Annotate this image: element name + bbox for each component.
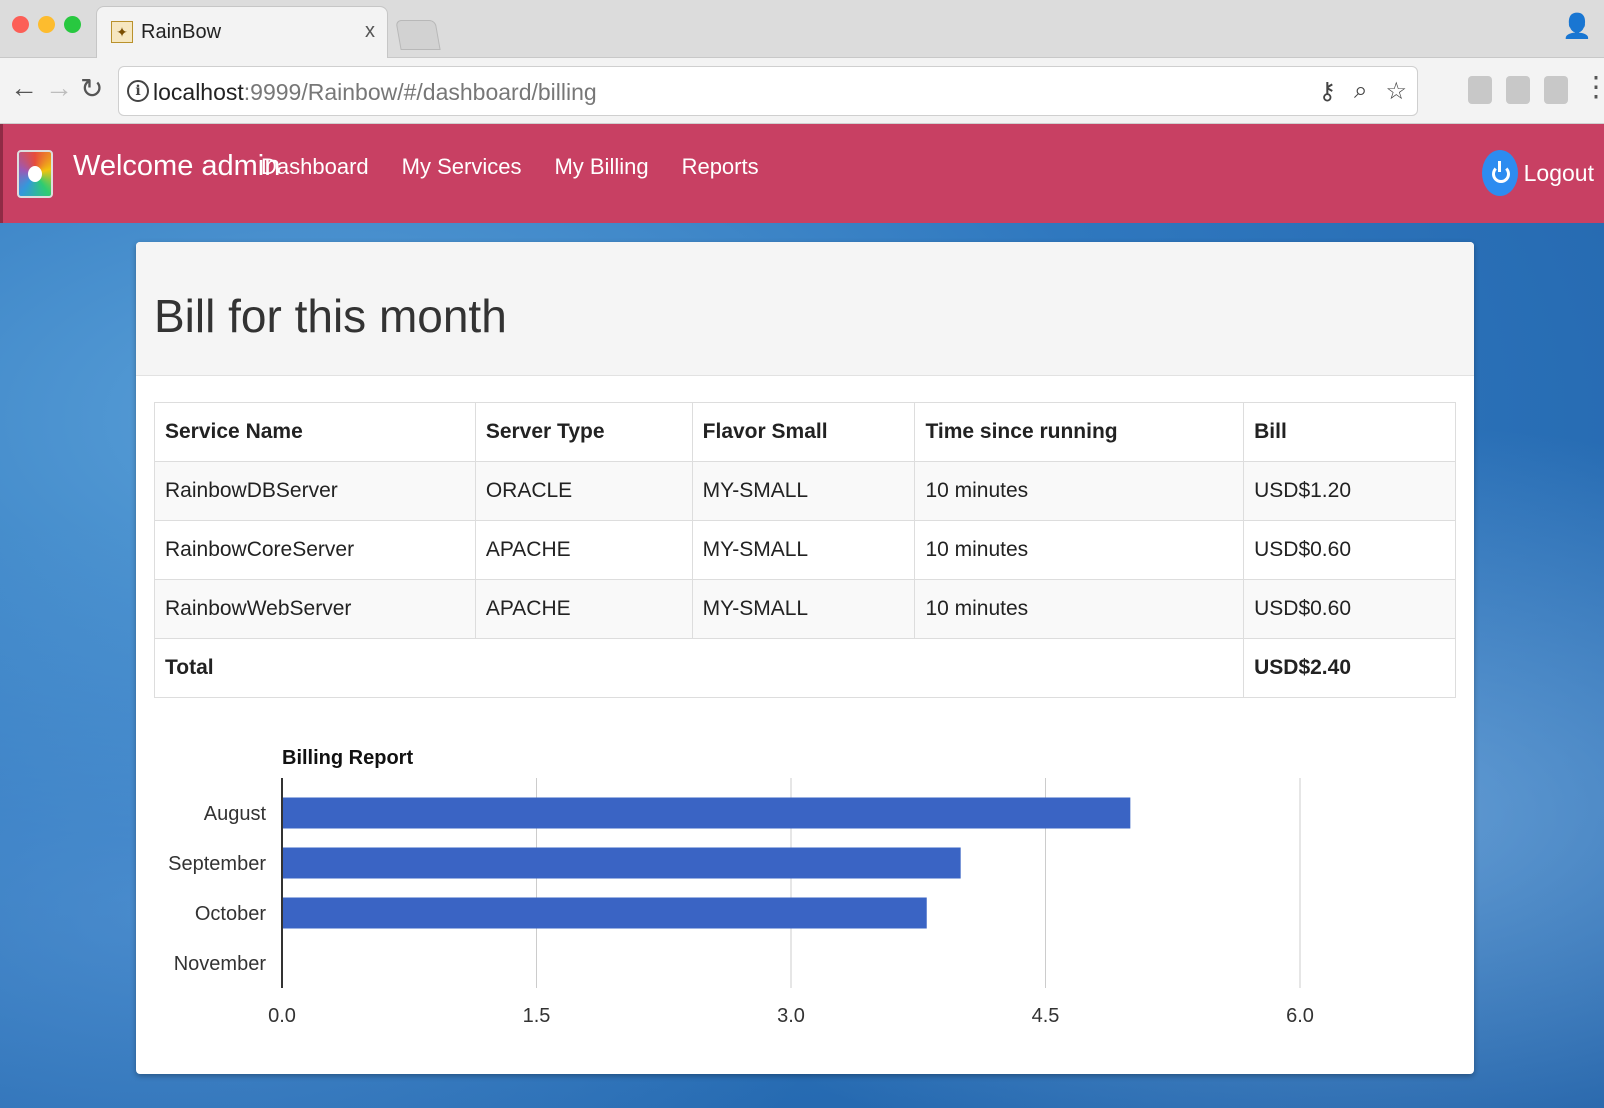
tab-close-button[interactable]: x xyxy=(365,20,375,43)
col-header: Server Type xyxy=(474,402,693,462)
extension-icon[interactable] xyxy=(1468,76,1492,104)
billing-card: Bill for this month Service Name Server … xyxy=(136,242,1474,1074)
total-value: USD$2.40 xyxy=(1243,638,1456,698)
cell-time-running: 10 minutes xyxy=(914,461,1245,521)
extension-icon[interactable] xyxy=(1544,76,1568,104)
billing-table: Service Name Server Type Flavor Small Ti… xyxy=(153,402,1456,698)
back-arrow-icon[interactable]: ← xyxy=(10,72,38,104)
info-icon[interactable]: i xyxy=(127,80,149,102)
chart-title: Billing Report xyxy=(282,747,413,769)
bar xyxy=(282,897,927,929)
nav-my-services[interactable]: My Services xyxy=(402,154,522,180)
col-header: Time since running xyxy=(914,402,1245,462)
browser-tab[interactable]: ✦ RainBow x xyxy=(96,6,388,58)
nav-reports[interactable]: Reports xyxy=(682,154,759,180)
col-header: Flavor Small xyxy=(691,402,916,462)
cell-server-type: APACHE xyxy=(474,520,693,580)
cell-bill: USD$0.60 xyxy=(1243,520,1456,580)
billing-chart-svg: Billing Report 0.0 1.5 3.0 4.5 6.0 August Septe… xyxy=(168,747,1314,1027)
y-category-label: August xyxy=(204,803,267,825)
key-icon[interactable]: ⚷ xyxy=(1318,77,1336,106)
favicon-icon: ✦ xyxy=(111,21,133,43)
x-tick-label: 1.5 xyxy=(523,1005,551,1027)
minimize-window-button[interactable] xyxy=(38,16,55,33)
col-header: Service Name xyxy=(154,402,476,462)
cell-time-running: 10 minutes xyxy=(914,520,1245,580)
logout-button[interactable]: Logout xyxy=(1481,150,1594,196)
extension-icon[interactable] xyxy=(1506,76,1530,104)
rainbow-logo-icon[interactable] xyxy=(17,150,53,198)
cell-flavor: MY-SMALL xyxy=(691,520,916,580)
table-header-row: Service Name Server Type Flavor Small Ti… xyxy=(154,402,1456,462)
table-row: RainbowDBServer ORACLE MY-SMALL 10 minut… xyxy=(154,461,1456,521)
app-background: Welcome admin Dashboard My Services My B… xyxy=(0,124,1604,1108)
y-category-label: September xyxy=(168,853,266,875)
table-row: RainbowCoreServer APACHE MY-SMALL 10 min… xyxy=(154,520,1456,580)
page-title: Bill for this month xyxy=(154,290,507,342)
logout-label: Logout xyxy=(1523,159,1594,186)
tab-title: RainBow xyxy=(141,21,222,43)
cell-flavor: MY-SMALL xyxy=(691,461,916,521)
browser-menu-icon[interactable]: ⋮ xyxy=(1582,70,1604,103)
cell-service-name: RainbowDBServer xyxy=(154,461,476,521)
nav-my-billing[interactable]: My Billing xyxy=(554,154,648,180)
total-label: Total xyxy=(153,638,1245,698)
table-row: RainbowWebServer APACHE MY-SMALL 10 minu… xyxy=(154,579,1456,639)
reload-icon[interactable]: ↻ xyxy=(80,72,103,105)
card-header: Bill for this month xyxy=(136,242,1474,376)
billing-report-chart: Billing Report 0.0 1.5 3.0 4.5 6.0 August Septe… xyxy=(136,722,1474,1072)
nav-dashboard[interactable]: Dashboard xyxy=(261,154,369,180)
cell-server-type: APACHE xyxy=(474,579,693,639)
browser-toolbar: ← → ↻ i localhost:9999/Rainbow/#/dashboa… xyxy=(0,58,1604,124)
close-window-button[interactable] xyxy=(12,16,29,33)
url-text: localhost:9999/Rainbow/#/dashboard/billi… xyxy=(153,79,597,106)
x-tick-label: 0.0 xyxy=(268,1005,296,1027)
cell-server-type: ORACLE xyxy=(474,461,693,521)
x-tick-label: 6.0 xyxy=(1286,1005,1314,1027)
table-total-row: Total USD$2.40 xyxy=(153,638,1456,698)
browser-tabstrip: ✦ RainBow x 👤 xyxy=(0,0,1604,58)
star-icon[interactable]: ☆ xyxy=(1385,77,1407,106)
x-tick-label: 3.0 xyxy=(777,1005,805,1027)
bar xyxy=(282,797,1131,829)
profile-icon[interactable]: 👤 xyxy=(1562,12,1592,41)
col-header: Bill xyxy=(1243,402,1456,462)
welcome-text: Welcome admin xyxy=(73,150,281,182)
address-bar[interactable]: i localhost:9999/Rainbow/#/dashboard/bil… xyxy=(118,66,1418,116)
cell-bill: USD$0.60 xyxy=(1243,579,1456,639)
url-host: localhost xyxy=(153,79,244,105)
url-path: :9999/Rainbow/#/dashboard/billing xyxy=(243,79,597,105)
x-tick-label: 4.5 xyxy=(1032,1005,1060,1027)
y-category-label: October xyxy=(195,903,266,925)
zoom-icon[interactable]: ⌕ xyxy=(1354,77,1367,106)
y-category-label: November xyxy=(174,953,267,975)
cell-bill: USD$1.20 xyxy=(1243,461,1456,521)
forward-arrow-icon[interactable]: → xyxy=(45,72,73,104)
cell-flavor: MY-SMALL xyxy=(691,579,916,639)
maximize-window-button[interactable] xyxy=(64,16,81,33)
power-icon xyxy=(1481,150,1518,196)
new-tab-button[interactable] xyxy=(395,20,441,50)
cell-service-name: RainbowCoreServer xyxy=(154,520,476,580)
cell-service-name: RainbowWebServer xyxy=(154,579,476,639)
top-navbar: Welcome admin Dashboard My Services My B… xyxy=(0,124,1604,223)
bar xyxy=(282,847,961,879)
cell-time-running: 10 minutes xyxy=(914,579,1245,639)
nav-links: Dashboard My Services My Billing Reports xyxy=(261,154,759,180)
